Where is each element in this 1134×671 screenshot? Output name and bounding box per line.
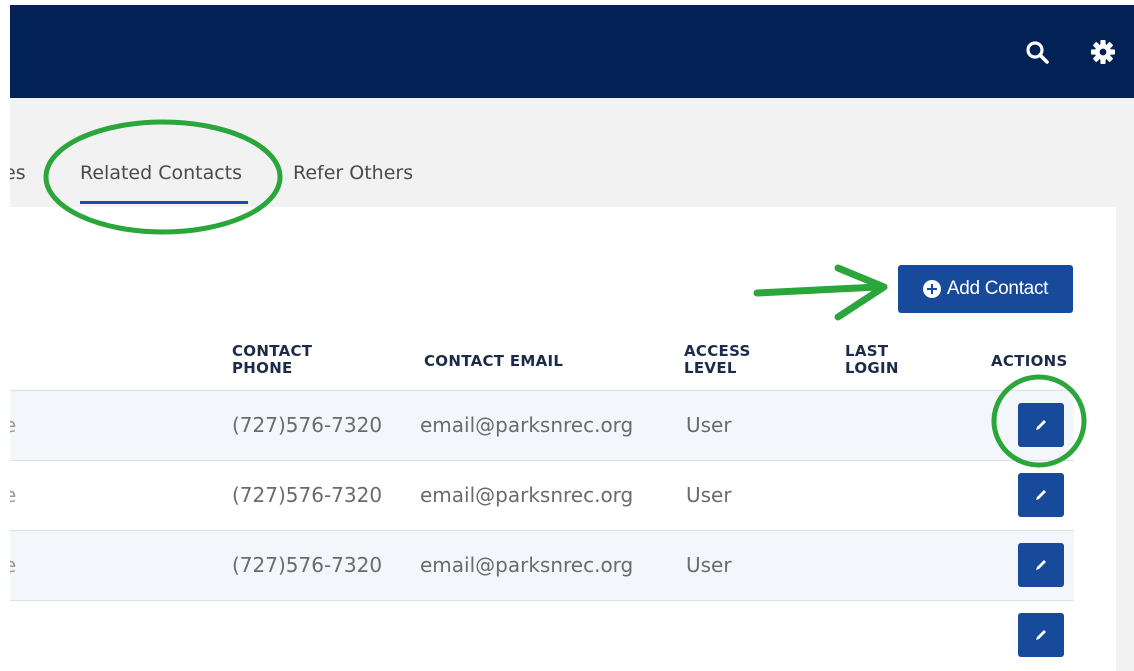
cell-access-level: User [686, 483, 732, 507]
column-header-actions: ACTIONS [991, 352, 1068, 370]
table-row [10, 600, 1074, 671]
pencil-icon [1036, 630, 1046, 640]
edit-contact-button[interactable] [1018, 403, 1064, 447]
cell-email: email@parksnrec.org [420, 413, 634, 437]
tab-bar: es Related Contacts Refer Others [10, 150, 710, 210]
cell-access-level: User [686, 413, 732, 437]
add-contact-label: Add Contact [946, 278, 1049, 299]
pencil-icon [1036, 560, 1046, 570]
app-window: es Related Contacts Refer Others Add Con… [10, 5, 1134, 671]
tab-previous-partial[interactable]: es [10, 162, 26, 184]
cell-partial: e [10, 413, 17, 437]
top-nav-bar [10, 5, 1134, 98]
table-row: e (727)576-7320 email@parksnrec.org User [10, 390, 1074, 461]
column-header-phone: CONTACT PHONE [232, 342, 313, 377]
column-header-access-level: ACCESS LEVEL [684, 342, 751, 377]
table-row: e (727)576-7320 email@parksnrec.org User [10, 530, 1074, 601]
contacts-panel: Add Contact : CONTACT PHONE CONTACT EMAI… [10, 207, 1116, 671]
cell-phone: (727)576-7320 [232, 413, 383, 437]
screenshot-frame: es Related Contacts Refer Others Add Con… [0, 0, 1134, 671]
tab-refer-others[interactable]: Refer Others [293, 162, 413, 184]
cell-phone: (727)576-7320 [232, 553, 383, 577]
cell-phone: (727)576-7320 [232, 483, 383, 507]
plus-circle-icon [922, 280, 941, 298]
cell-partial: e [10, 553, 17, 577]
edit-contact-button[interactable] [1018, 613, 1064, 657]
pencil-icon [1036, 490, 1046, 500]
cell-access-level: User [686, 553, 732, 577]
pencil-icon [1036, 420, 1046, 430]
tab-related-contacts[interactable]: Related Contacts [80, 162, 242, 184]
edit-contact-button[interactable] [1018, 543, 1064, 587]
gear-icon[interactable] [1088, 37, 1118, 67]
column-header-last-login: LAST LOGIN [845, 342, 899, 377]
add-contact-button[interactable]: Add Contact [898, 265, 1073, 313]
cell-email: email@parksnrec.org [420, 483, 634, 507]
cell-email: email@parksnrec.org [420, 553, 634, 577]
cell-partial: e [10, 483, 17, 507]
column-header-email: CONTACT EMAIL [424, 352, 564, 370]
search-icon[interactable] [1022, 37, 1052, 67]
active-tab-indicator [80, 201, 248, 204]
table-row: e (727)576-7320 email@parksnrec.org User [10, 460, 1074, 531]
edit-contact-button[interactable] [1018, 473, 1064, 517]
